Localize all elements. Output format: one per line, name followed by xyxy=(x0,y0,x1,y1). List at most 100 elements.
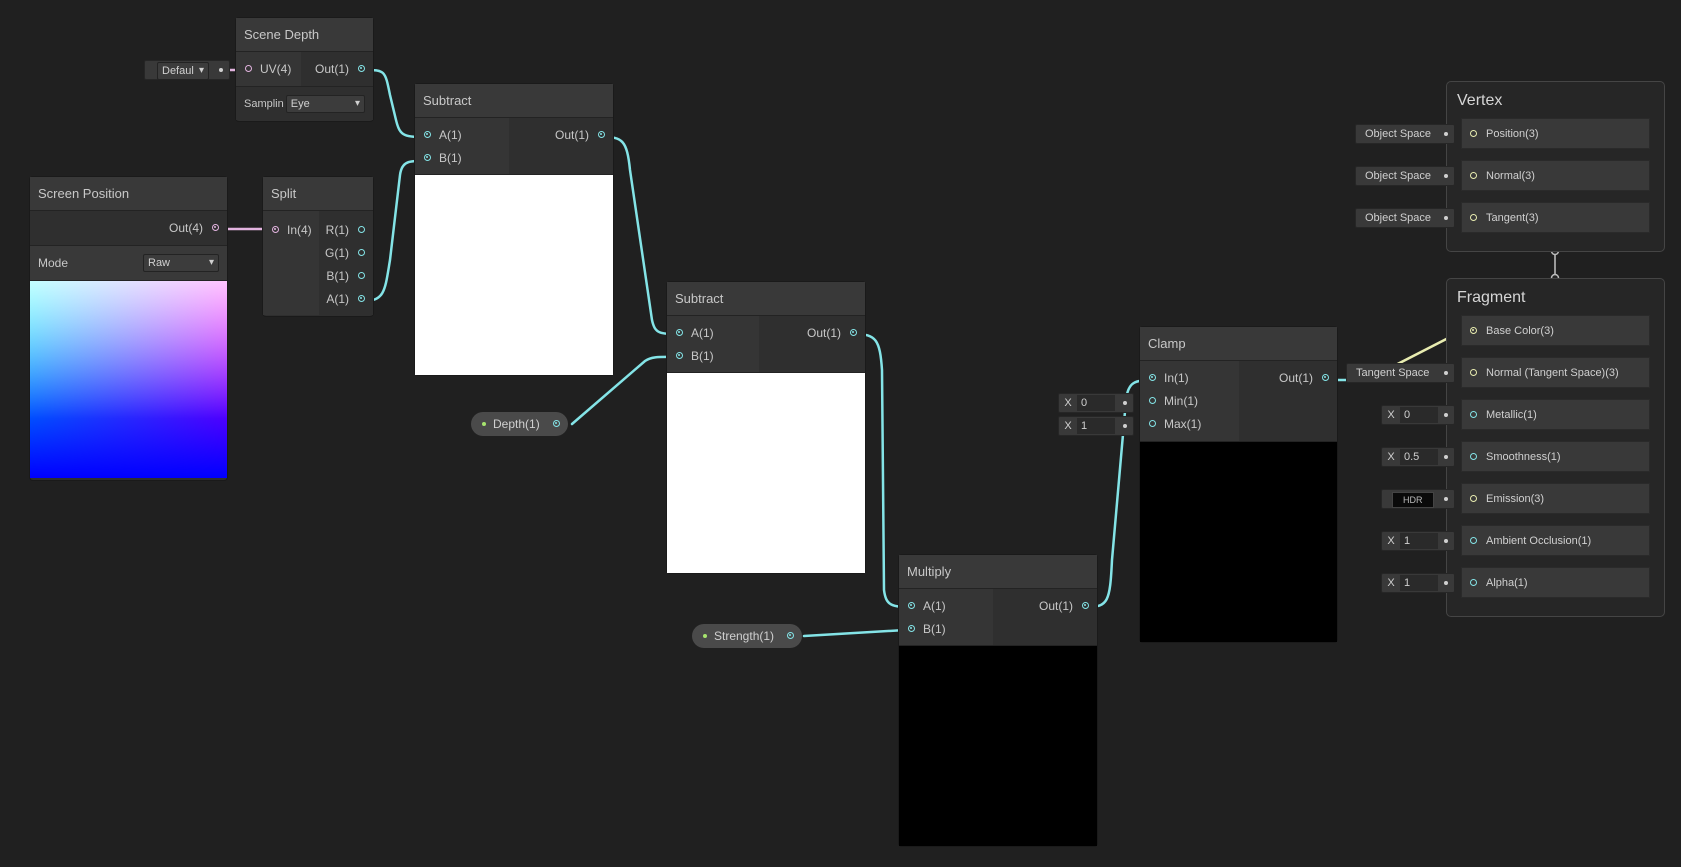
metallic-value-input[interactable]: 0 xyxy=(1400,407,1438,423)
space-label: Object Space xyxy=(1365,212,1432,224)
out-port[interactable]: Out(1) xyxy=(301,52,373,86)
scene-depth-node[interactable]: Scene Depth UV(4) Out(1) Samplin Eye xyxy=(236,18,373,121)
base-color-slot[interactable]: Base Color(3) xyxy=(1461,315,1650,346)
strength-property-node[interactable]: Strength(1) xyxy=(692,624,802,648)
emission-field[interactable]: HDR xyxy=(1381,489,1455,509)
emission-slot[interactable]: Emission(3) xyxy=(1461,483,1650,514)
slot-label: Tangent(3) xyxy=(1486,212,1539,224)
fragment-title: Fragment xyxy=(1457,289,1526,306)
uv-default-dropdown-field[interactable]: Defaul xyxy=(144,60,230,80)
screen-position-node[interactable]: Screen Position Out(4) Mode Raw xyxy=(30,177,227,480)
ambient-occlusion-slot[interactable]: Ambient Occlusion(1) xyxy=(1461,525,1650,556)
in-port[interactable]: In(4) xyxy=(263,219,319,242)
smoothness-value-input[interactable]: 0.5 xyxy=(1400,449,1438,465)
metallic-field[interactable]: X0 xyxy=(1381,405,1455,425)
ao-value-input[interactable]: 1 xyxy=(1400,533,1438,549)
alpha-field[interactable]: X1 xyxy=(1381,573,1455,593)
out-port-icon xyxy=(1322,374,1329,381)
b-input-port[interactable]: B(1) xyxy=(415,147,509,170)
slot-label: Metallic(1) xyxy=(1486,409,1537,421)
r-port-icon xyxy=(358,226,365,233)
fragment-block[interactable]: Fragment Base Color(3) Normal (Tangent S… xyxy=(1446,278,1665,617)
multiply-node[interactable]: Multiply A(1) B(1) Out(1) xyxy=(899,555,1097,846)
alpha-value-input[interactable]: 1 xyxy=(1400,575,1438,591)
clamp-node[interactable]: Clamp In(1) Min(1) Max(1) Out(1) xyxy=(1140,327,1337,642)
mode-label: Mode xyxy=(38,256,69,270)
clamp-max-field[interactable]: X1 xyxy=(1058,416,1134,436)
b-out-port[interactable]: B(1) xyxy=(319,265,373,288)
max-port-icon xyxy=(1149,420,1156,427)
out-port-icon xyxy=(850,329,857,336)
subtract-node-2[interactable]: Subtract A(1) B(1) Out(1) xyxy=(667,282,865,573)
max-value-input[interactable]: 1 xyxy=(1077,418,1115,434)
out-port[interactable]: Out(1) xyxy=(993,595,1097,618)
node-title: Multiply xyxy=(899,555,1097,589)
port-label: A(1) xyxy=(439,128,462,142)
vertex-position-slot[interactable]: Position(3) xyxy=(1461,118,1650,149)
slot-port-icon xyxy=(1470,537,1477,544)
min-input-port[interactable]: Min(1) xyxy=(1140,390,1239,413)
min-value-input[interactable]: 0 xyxy=(1077,395,1115,411)
mode-dropdown[interactable]: Raw xyxy=(143,254,219,272)
node-title: Clamp xyxy=(1140,327,1337,361)
slot-port-icon xyxy=(1470,172,1477,179)
space-connector-dot xyxy=(1444,371,1448,375)
clamp-preview xyxy=(1140,442,1337,642)
emission-hdr-color[interactable]: HDR xyxy=(1392,492,1434,508)
b-input-port[interactable]: B(1) xyxy=(899,618,993,641)
normal-space-field[interactable]: Tangent Space xyxy=(1346,363,1455,383)
port-label: B(1) xyxy=(923,622,946,636)
clamp-min-field[interactable]: X0 xyxy=(1058,393,1134,413)
out-port[interactable]: Out(1) xyxy=(1239,367,1337,390)
vertex-normal-slot[interactable]: Normal(3) xyxy=(1461,160,1650,191)
a-input-port[interactable]: A(1) xyxy=(667,322,759,345)
normal-space-field[interactable]: Object Space xyxy=(1355,166,1455,186)
normal-slot[interactable]: Normal (Tangent Space)(3) xyxy=(1461,357,1650,388)
tangent-space-field[interactable]: Object Space xyxy=(1355,208,1455,228)
out-port-icon xyxy=(1082,602,1089,609)
property-label: Strength(1) xyxy=(714,629,775,643)
metallic-slot[interactable]: Metallic(1) xyxy=(1461,399,1650,430)
port-label: B(1) xyxy=(439,151,462,165)
alpha-slot[interactable]: Alpha(1) xyxy=(1461,567,1650,598)
uv-default-dropdown[interactable]: Defaul xyxy=(157,62,209,80)
subtract1-preview xyxy=(415,175,613,375)
depth-property-node[interactable]: Depth(1) xyxy=(471,412,568,436)
out-port[interactable]: Out(4) xyxy=(30,211,227,245)
ao-field[interactable]: X1 xyxy=(1381,531,1455,551)
property-pin-icon xyxy=(482,422,486,426)
subtract-node-1[interactable]: Subtract A(1) B(1) Out(1) xyxy=(415,84,613,375)
b-input-port[interactable]: B(1) xyxy=(667,345,759,368)
a-port-icon xyxy=(908,602,915,609)
port-label: Out(1) xyxy=(806,326,841,340)
r-out-port[interactable]: R(1) xyxy=(319,219,373,242)
max-input-port[interactable]: Max(1) xyxy=(1140,413,1239,436)
slot-port-icon xyxy=(1470,214,1477,221)
uv-input-port[interactable]: UV(4) xyxy=(236,52,301,86)
vertex-tangent-slot[interactable]: Tangent(3) xyxy=(1461,202,1650,233)
slot-label: Normal (Tangent Space)(3) xyxy=(1486,367,1619,379)
split-node[interactable]: Split In(4) R(1) G(1) B(1) A(1) xyxy=(263,177,373,316)
g-out-port[interactable]: G(1) xyxy=(319,242,373,265)
metallic-connector-dot xyxy=(1444,413,1448,417)
out-port-icon xyxy=(598,131,605,138)
a-input-port[interactable]: A(1) xyxy=(899,595,993,618)
space-connector-dot xyxy=(1444,132,1448,136)
in-port-icon xyxy=(1149,374,1156,381)
position-space-field[interactable]: Object Space xyxy=(1355,124,1455,144)
smoothness-connector-dot xyxy=(1444,455,1448,459)
out-port[interactable]: Out(1) xyxy=(509,124,613,147)
vertex-block[interactable]: Vertex Position(3) Normal(3) Tangent(3) xyxy=(1446,81,1665,252)
node-title: Subtract xyxy=(667,282,865,316)
smoothness-field[interactable]: X 0.5 xyxy=(1381,447,1455,467)
node-title: Screen Position xyxy=(30,177,227,211)
smoothness-slot[interactable]: Smoothness(1) xyxy=(1461,441,1650,472)
port-label: Out(1) xyxy=(554,128,589,142)
a-input-port[interactable]: A(1) xyxy=(415,124,509,147)
sampling-dropdown[interactable]: Eye xyxy=(285,94,365,113)
a-out-port[interactable]: A(1) xyxy=(319,288,373,311)
port-label: A(1) xyxy=(326,292,349,306)
out-port[interactable]: Out(1) xyxy=(759,322,865,345)
subtract2-preview xyxy=(667,373,865,573)
in-input-port[interactable]: In(1) xyxy=(1140,367,1239,390)
